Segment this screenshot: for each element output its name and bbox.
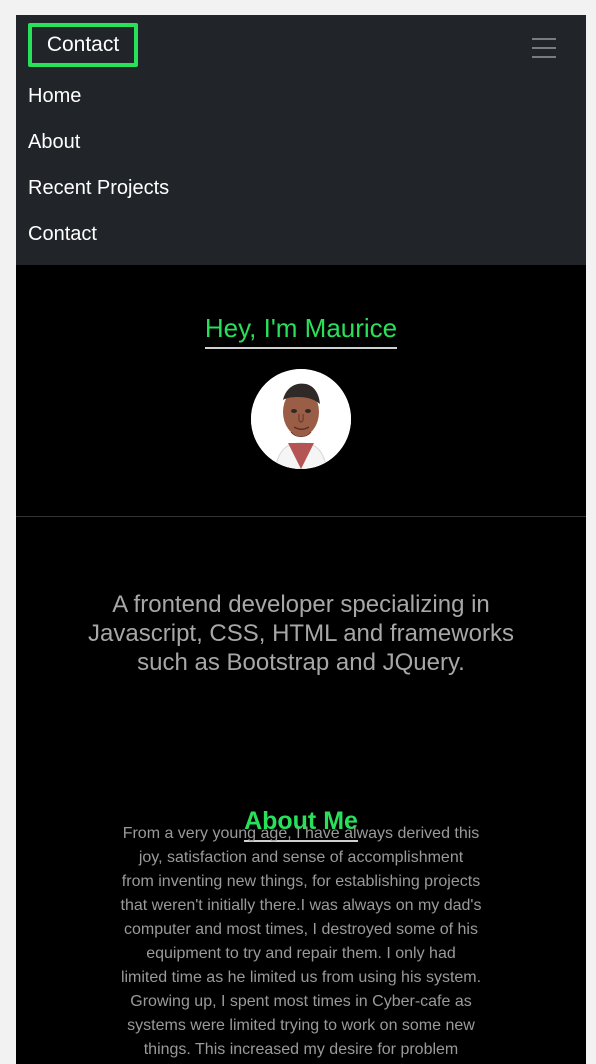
navbar-brand-contact-link[interactable]: Contact [28,23,138,67]
page-viewport: Contact Home About Recent Projects Conta… [16,15,586,1064]
nav-item-contact[interactable]: Contact [28,220,97,248]
portrait-avatar-icon [251,369,351,469]
hero-title: Hey, I'm Maurice [16,311,586,349]
hamburger-menu-icon [532,47,556,49]
navbar: Contact Home About Recent Projects Conta… [16,15,586,265]
nav-item-home[interactable]: Home [28,82,81,110]
hamburger-menu-icon [532,56,556,58]
about-me-text: From a very young age, I have always der… [120,825,482,1058]
hamburger-menu-icon [532,38,556,40]
navbar-toggle-button[interactable] [528,35,560,61]
intro-tagline: A frontend developer specializing in Jav… [88,591,514,676]
nav-item-about[interactable]: About [28,128,80,156]
nav-item-recent-projects[interactable]: Recent Projects [28,174,169,202]
